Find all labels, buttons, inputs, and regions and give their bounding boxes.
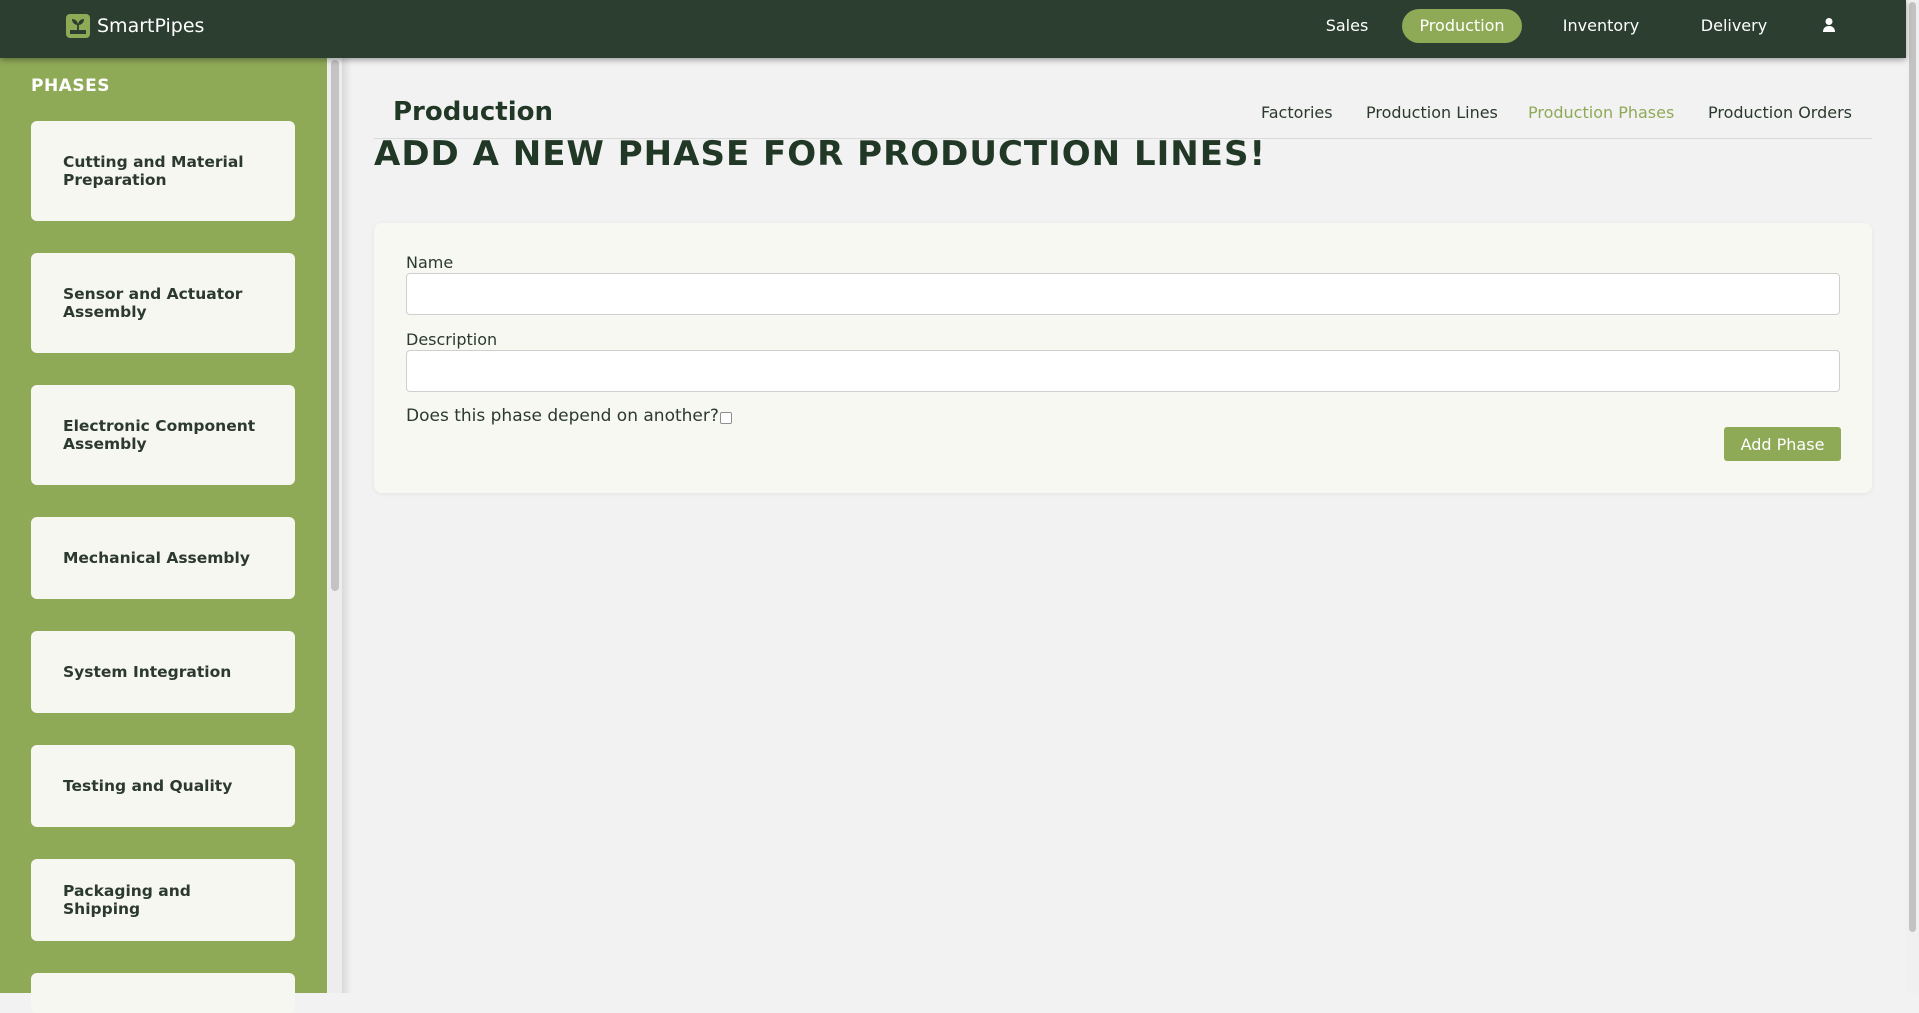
phases-sidebar: PHASES Cutting and Material Preparation … <box>0 58 327 1013</box>
phase-card[interactable]: Cutting and Material Preparation <box>31 121 295 221</box>
content-divider-shadow <box>342 58 352 993</box>
subnav-production-orders[interactable]: Production Orders <box>1708 103 1852 122</box>
name-input[interactable] <box>406 273 1840 315</box>
subnav-production-phases[interactable]: Production Phases <box>1528 103 1674 122</box>
user-icon[interactable] <box>1822 17 1836 33</box>
description-input[interactable] <box>406 350 1840 392</box>
phase-card-label: Cutting and Material Preparation <box>63 153 244 189</box>
window-scrollbar[interactable] <box>1906 0 1919 993</box>
name-label: Name <box>406 253 454 272</box>
nav-production[interactable]: Production <box>1402 9 1522 43</box>
depends-label: Does this phase depend on another? <box>406 406 719 426</box>
phase-card-label: Packaging and Shipping <box>63 882 191 918</box>
app-name: SmartPipes <box>97 15 205 37</box>
add-phase-form: Name Description Does this phase depend … <box>374 223 1872 493</box>
phase-card-partial[interactable] <box>31 973 295 1013</box>
page-heading: ADD A NEW PHASE FOR PRODUCTION LINES! <box>374 134 1266 174</box>
phase-card[interactable]: Packaging and Shipping <box>31 859 295 941</box>
phase-card[interactable]: Electronic Component Assembly <box>31 385 295 485</box>
subnav-factories[interactable]: Factories <box>1261 103 1333 122</box>
sidebar-scrollbar-thumb[interactable] <box>331 60 339 591</box>
nav-sales[interactable]: Sales <box>1308 9 1386 43</box>
nav-inventory[interactable]: Inventory <box>1546 9 1656 43</box>
plant-logo-icon <box>66 14 90 38</box>
phase-card-label: Testing and Quality <box>63 777 233 795</box>
brand[interactable]: SmartPipes <box>66 14 204 38</box>
phase-card-label: Mechanical Assembly <box>63 549 250 567</box>
phase-card-label: Sensor and Actuator Assembly <box>63 285 243 321</box>
top-navigation-bar: SmartPipes Sales Production Inventory De… <box>0 0 1906 58</box>
depends-checkbox[interactable] <box>719 412 732 424</box>
page-title: Production <box>393 97 553 127</box>
nav-delivery[interactable]: Delivery <box>1684 9 1784 43</box>
window-scrollbar-thumb[interactable] <box>1909 2 1916 932</box>
phase-card-label: System Integration <box>63 663 232 681</box>
depends-row: Does this phase depend on another? <box>406 406 732 426</box>
phase-card[interactable]: System Integration <box>31 631 295 713</box>
description-label: Description <box>406 330 498 349</box>
phase-card[interactable]: Testing and Quality <box>31 745 295 827</box>
phase-card-label: Electronic Component Assembly <box>63 417 256 453</box>
phase-card[interactable]: Mechanical Assembly <box>31 517 295 599</box>
add-phase-button[interactable]: Add Phase <box>1724 427 1841 461</box>
phase-card[interactable]: Sensor and Actuator Assembly <box>31 253 295 353</box>
subnav-production-lines[interactable]: Production Lines <box>1366 103 1498 122</box>
sidebar-scrollbar[interactable] <box>328 58 342 993</box>
sidebar-title: PHASES <box>31 76 110 96</box>
